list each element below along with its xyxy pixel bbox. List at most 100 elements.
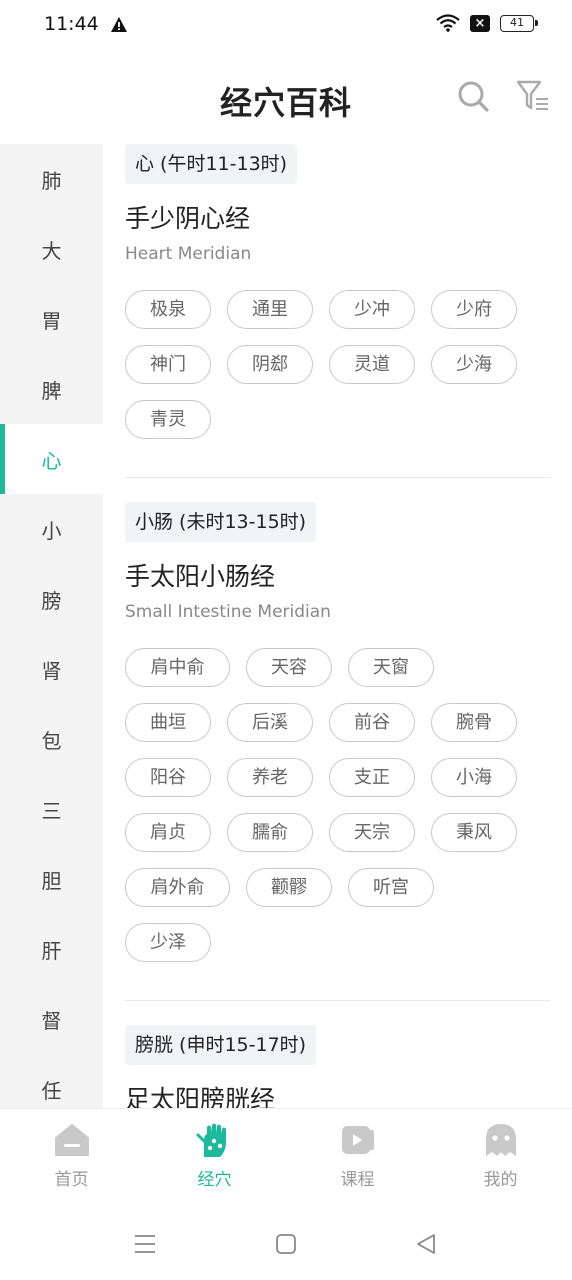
warning-icon [111,17,127,32]
meridian-time-tag: 膀胱 (申时15-17时) [125,1025,317,1065]
hand-acupoint-icon [196,1123,226,1157]
meridian-title: 手少阴心经 [125,204,251,233]
meridian-time-tag: 心 (午时11-13时) [125,144,298,184]
tab-profile[interactable]: 我的 [429,1109,572,1208]
acupoint-chip[interactable]: 神门 [125,345,211,384]
sidebar-item-label: 肾 [41,658,62,683]
filter-icon[interactable] [514,78,550,114]
sidebar-item-liver[interactable]: 肝 [0,914,103,984]
acupoint-chip[interactable]: 小海 [431,758,517,797]
acupoint-chip[interactable]: 少府 [431,290,517,329]
sidebar-item-bladder[interactable]: 膀 [0,564,103,634]
title-bar: 经穴百科 [0,52,572,144]
acupoint-chip[interactable]: 前谷 [329,703,415,742]
acupoint-chip[interactable]: 灵道 [329,345,415,384]
status-bar: 11:44 × 41 [0,0,572,52]
sidebar-item-governor[interactable]: 督 [0,984,103,1054]
meridian-english-name: Small Intestine Meridian [125,602,331,622]
meridian-title: 足太阳膀胱经 [125,1085,276,1108]
search-icon[interactable] [455,78,491,114]
acupoint-chip[interactable]: 支正 [329,758,415,797]
sidebar-item-large-intestine[interactable]: 大 [0,214,103,284]
meridian-section: 心 (午时11-13时) 手少阴心经 Heart Meridian 极泉 通里 … [103,144,572,478]
profile-ghost-icon [485,1124,516,1156]
acupoint-chip[interactable]: 曲垣 [125,703,211,742]
acupoint-chip[interactable]: 极泉 [125,290,211,329]
status-time: 11:44 [44,13,99,35]
acupoint-chip-list: 肩中俞 天容 天窗 曲垣 后溪 前谷 腕骨 阳谷 养老 支正 小海 肩贞 臑俞 … [125,648,545,1000]
sidebar-item-kidney[interactable]: 肾 [0,634,103,704]
acupoint-chip-list: 极泉 通里 少冲 少府 神门 阴郄 灵道 少海 青灵 [125,290,545,477]
meridian-section-body: 小肠 (未时13-15时) 手太阳小肠经 Small Intestine Mer… [125,502,550,1001]
sidebar-item-conception[interactable]: 任 [0,1054,103,1108]
acupoint-chip[interactable]: 肩贞 [125,813,211,852]
tab-label: 经穴 [197,1170,232,1190]
acupoint-chip[interactable]: 后溪 [227,703,313,742]
meridian-time-tag: 小肠 (未时13-15时) [125,502,317,542]
sidebar-item-label: 督 [41,1008,62,1033]
acupoint-chip[interactable]: 少冲 [329,290,415,329]
tab-acupoints[interactable]: 经穴 [143,1109,286,1208]
acupoint-chip[interactable]: 阴郄 [227,345,313,384]
sidebar-item-spleen[interactable]: 脾 [0,354,103,424]
system-nav-bar [0,1208,572,1280]
meridian-list[interactable]: 心 (午时11-13时) 手少阴心经 Heart Meridian 极泉 通里 … [103,144,572,1108]
acupoint-chip[interactable]: 少海 [431,345,517,384]
meridian-english-name: Heart Meridian [125,244,252,264]
sidebar-item-label: 肺 [41,168,62,193]
acupoint-chip[interactable]: 臑俞 [227,813,313,852]
sidebar-item-pericardium[interactable]: 包 [0,704,103,774]
meridian-sidebar: 肺 大 胃 脾 心 小 膀 肾 包 三 胆 肝 督 任 [0,144,103,1108]
acupoint-chip[interactable]: 腕骨 [431,703,517,742]
meridian-section: 膀胱 (申时15-17时) 足太阳膀胱经 [103,1001,572,1108]
sidebar-item-gallbladder[interactable]: 胆 [0,844,103,914]
sidebar-item-label: 胆 [41,868,62,893]
acupoint-chip[interactable]: 少泽 [125,923,211,962]
sidebar-item-label: 膀 [41,588,62,613]
tab-home[interactable]: 首页 [0,1109,143,1208]
acupoint-chip[interactable]: 天窗 [348,648,434,687]
tab-label: 课程 [340,1170,375,1190]
sidebar-item-label: 包 [41,728,62,753]
sidebar-item-label: 大 [41,238,62,263]
sidebar-item-lung[interactable]: 肺 [0,144,103,214]
acupoint-chip[interactable]: 天宗 [329,813,415,852]
menu-icon[interactable] [133,1232,157,1256]
meridian-section-body: 心 (午时11-13时) 手少阴心经 Heart Meridian 极泉 通里 … [125,144,550,478]
battery-icon: 41 [500,14,538,32]
tab-label: 首页 [54,1170,89,1190]
sim-disabled-icon: × [470,14,490,32]
home-icon [54,1124,89,1156]
acupoint-chip[interactable]: 肩中俞 [125,648,230,687]
play-course-icon [341,1126,374,1154]
acupoint-chip[interactable]: 秉风 [431,813,517,852]
acupoint-chip[interactable]: 听宫 [348,868,434,907]
home-square-icon[interactable] [274,1232,298,1256]
sidebar-item-triple-burner[interactable]: 三 [0,774,103,844]
battery-level: 41 [510,15,524,29]
acupoint-chip[interactable]: 肩外俞 [125,868,230,907]
tab-label: 我的 [483,1170,518,1190]
meridian-title: 手太阳小肠经 [125,562,276,591]
sidebar-item-label: 任 [41,1078,62,1103]
acupoint-chip[interactable]: 颧髎 [246,868,332,907]
acupoint-chip[interactable]: 青灵 [125,400,211,439]
acupoint-chip[interactable]: 阳谷 [125,758,211,797]
tab-courses[interactable]: 课程 [286,1109,429,1208]
bottom-tab-bar: 首页 经穴 课程 我的 [0,1108,572,1208]
sidebar-item-label: 胃 [41,308,62,333]
acupoint-chip[interactable]: 天容 [246,648,332,687]
sidebar-item-label: 小 [41,518,62,543]
acupoint-chip[interactable]: 通里 [227,290,313,329]
sidebar-item-small-intestine[interactable]: 小 [0,494,103,564]
sidebar-item-label: 脾 [41,378,62,403]
sidebar-item-label: 肝 [41,938,62,963]
sidebar-item-label: 心 [41,448,62,473]
sidebar-item-heart[interactable]: 心 [0,424,103,494]
sidebar-item-stomach[interactable]: 胃 [0,284,103,354]
back-icon[interactable] [414,1232,438,1256]
wifi-icon [436,14,460,32]
acupoint-chip[interactable]: 养老 [227,758,313,797]
meridian-section: 小肠 (未时13-15时) 手太阳小肠经 Small Intestine Mer… [103,478,572,1001]
sidebar-item-label: 三 [41,798,62,823]
